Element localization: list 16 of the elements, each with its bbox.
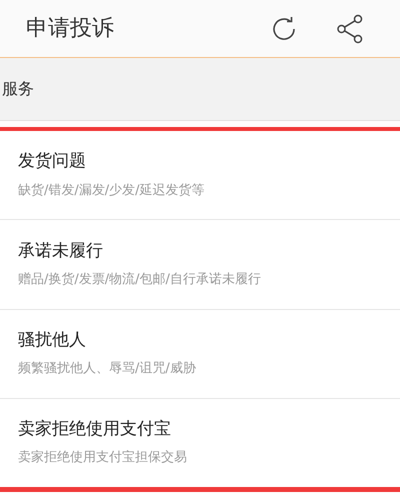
option-description: 缺货/错发/漏发/少发/延迟发货等 (18, 182, 206, 199)
complaint-option[interactable]: 卖家拒绝使用支付宝 卖家拒绝使用支付宝担保交易 (0, 398, 400, 487)
share-icon[interactable] (336, 14, 364, 44)
option-description: 赠品/换货/发票/物流/包邮/自行承诺未履行 (18, 272, 262, 288)
complaint-option[interactable]: 骚扰他人 频繁骚扰他人、辱骂/诅咒/威胁 (0, 310, 400, 399)
complaint-option[interactable]: 承诺未履行 赠品/换货/发票/物流/包邮/自行承诺未履行 (0, 220, 400, 310)
option-description: 卖家拒绝使用支付宝担保交易 (18, 450, 188, 467)
page-title: 申请投诉 (26, 15, 115, 43)
option-title: 发货问题 (18, 151, 87, 173)
complaint-option[interactable]: 发货问题 缺货/错发/漏发/少发/延迟发货等 (0, 131, 400, 220)
option-description: 频繁骚扰他人、辱骂/诅咒/威胁 (18, 361, 197, 378)
refresh-icon[interactable] (270, 14, 298, 42)
option-title: 承诺未履行 (18, 240, 104, 262)
option-title: 骚扰他人 (18, 330, 87, 352)
section-title: 服务 (2, 78, 34, 100)
option-title: 卖家拒绝使用支付宝 (18, 419, 172, 440)
